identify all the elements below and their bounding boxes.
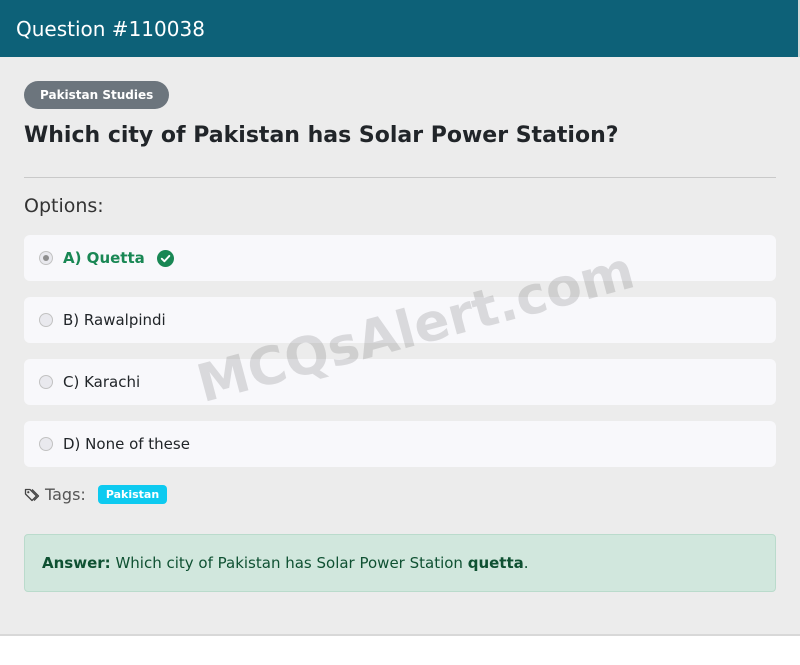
tags-row: Tags: Pakistan: [24, 485, 168, 504]
radio-button[interactable]: [39, 313, 53, 327]
question-text: Which city of Pakistan has Solar Power S…: [24, 123, 619, 148]
radio-button[interactable]: [39, 437, 53, 451]
tags-icon: [24, 488, 40, 501]
check-circle-icon: [156, 249, 174, 267]
answer-text: Which city of Pakistan has Solar Power S…: [115, 554, 463, 572]
question-header: Question #110038: [0, 0, 798, 57]
option-label: A) Quetta: [63, 249, 145, 267]
radio-button-checked[interactable]: [39, 251, 53, 265]
option-b[interactable]: B) Rawalpindi: [24, 297, 776, 343]
question-body: Pakistan Studies Which city of Pakistan …: [6, 57, 800, 634]
tags-label: Tags:: [45, 485, 86, 504]
options-label: Options:: [24, 195, 104, 217]
option-c[interactable]: C) Karachi: [24, 359, 776, 405]
divider: [24, 177, 776, 178]
category-badge[interactable]: Pakistan Studies: [24, 81, 170, 109]
tag-badge[interactable]: Pakistan: [97, 485, 168, 504]
question-card: Question #110038 Pakistan Studies Which …: [0, 0, 800, 636]
option-label: D) None of these: [63, 435, 190, 453]
question-number: Question #110038: [16, 16, 205, 41]
answer-value: quetta: [467, 554, 524, 572]
answer-suffix: .: [523, 554, 529, 572]
option-a[interactable]: A) Quetta: [24, 235, 776, 281]
radio-button[interactable]: [39, 375, 53, 389]
option-label: C) Karachi: [63, 373, 141, 391]
option-d[interactable]: D) None of these: [24, 421, 776, 467]
answer-box: Answer: Which city of Pakistan has Solar…: [24, 534, 776, 592]
option-label: B) Rawalpindi: [63, 311, 166, 329]
answer-prefix: Answer:: [42, 554, 111, 572]
